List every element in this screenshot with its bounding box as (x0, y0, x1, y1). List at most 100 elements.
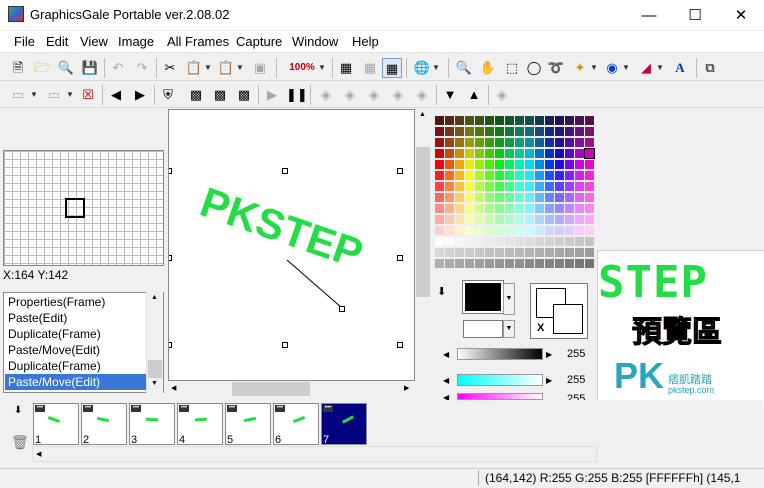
palette-color-cell[interactable] (435, 215, 444, 224)
palette-color-cell[interactable] (485, 237, 494, 246)
history-list[interactable]: Properties(Frame) Paste(Edit) Duplicate(… (3, 292, 164, 393)
frame-copy-dropdown-icon[interactable]: ▼ (66, 85, 74, 105)
selection-handle[interactable] (397, 342, 403, 348)
palette-color-cell[interactable] (555, 171, 564, 180)
palette-color-cell[interactable] (535, 116, 544, 125)
palette-color-cell[interactable] (435, 160, 444, 169)
palette-color-cell[interactable] (505, 237, 514, 246)
palette-color-cell[interactable] (575, 204, 584, 213)
menu-image[interactable]: Image (118, 34, 154, 49)
palette-color-cell[interactable] (565, 171, 574, 180)
palette-color-cell[interactable] (515, 248, 524, 257)
palette-color-cell[interactable] (525, 226, 534, 235)
palette-color-cell[interactable] (485, 160, 494, 169)
palette-color-cell[interactable] (495, 259, 504, 268)
frame-menu-icon[interactable]: ••• (323, 405, 333, 412)
palette-color-cell[interactable] (555, 204, 564, 213)
paste-dropdown-icon[interactable]: ▼ (236, 58, 244, 78)
palette-color-cell[interactable] (465, 204, 474, 213)
save-icon[interactable]: 💾 (80, 58, 100, 78)
fine-grid-icon[interactable]: ▦ (360, 58, 380, 78)
palette-color-cell[interactable] (545, 160, 554, 169)
palette-color-cell[interactable] (495, 237, 504, 246)
palette-color-cell[interactable] (435, 138, 444, 147)
palette-color-cell[interactable] (445, 226, 454, 235)
zoom-dropdown-icon[interactable]: ▼ (318, 58, 326, 78)
palette-color-cell[interactable] (585, 215, 594, 224)
history-scroll-thumb[interactable] (148, 360, 162, 378)
fg-dropdown-icon[interactable]: ▼ (503, 283, 515, 315)
scroll-up-icon[interactable]: ▲ (151, 294, 158, 301)
palette-color-cell[interactable] (435, 237, 444, 246)
rect-select-icon[interactable]: ⬚ (502, 58, 522, 78)
palette-color-cell[interactable] (555, 237, 564, 246)
selection-handle[interactable] (397, 255, 403, 261)
scroll-up-icon[interactable]: ▲ (419, 111, 426, 118)
menu-window[interactable]: Window (292, 34, 338, 49)
palette-color-cell[interactable] (585, 160, 594, 169)
palette-color-cell[interactable] (445, 215, 454, 224)
palette-color-cell[interactable] (585, 248, 594, 257)
frame-menu-icon[interactable]: ••• (179, 405, 189, 412)
palette-color-cell[interactable] (495, 193, 504, 202)
palette-color-cell[interactable] (485, 248, 494, 257)
palette-color-cell[interactable] (505, 138, 514, 147)
palette-color-cell[interactable] (465, 138, 474, 147)
text-tool-icon[interactable]: A (670, 58, 690, 78)
preview-pane[interactable]: STEP 預覽區 PK 痞凱踏踏 pkstep.com (597, 250, 764, 406)
palette-color-cell[interactable] (465, 259, 474, 268)
palette-color-cell[interactable] (525, 149, 534, 158)
frame-props-dropdown-icon[interactable]: ▼ (30, 85, 38, 105)
palette-color-cell[interactable] (465, 248, 474, 257)
palette-color-cell[interactable] (525, 237, 534, 246)
frame-import-icon[interactable]: ⬇ (14, 405, 22, 416)
frame-menu-icon[interactable]: ••• (227, 405, 237, 412)
frame-menu-icon[interactable]: ••• (35, 405, 45, 412)
lasso-icon[interactable]: ➰ (546, 58, 566, 78)
palette-color-cell[interactable] (515, 160, 524, 169)
frame-menu-icon[interactable]: ••• (131, 405, 141, 412)
palette-color-cell[interactable] (505, 116, 514, 125)
palette-color-cell[interactable] (525, 160, 534, 169)
canvas-hscroll-thumb[interactable] (232, 382, 310, 396)
palette-color-cell[interactable] (465, 171, 474, 180)
magenta-slider[interactable] (457, 393, 543, 400)
palette-color-cell[interactable] (495, 160, 504, 169)
palette-color-cell[interactable] (535, 182, 544, 191)
canvas-horizontal-scrollbar[interactable]: ◀ ▶ (168, 381, 415, 397)
zoom-tool-icon[interactable]: 🔍 (454, 58, 474, 78)
color-select-dropdown-icon[interactable]: ▼ (622, 58, 630, 78)
palette-color-cell[interactable] (565, 237, 574, 246)
palette-color-cell[interactable] (505, 259, 514, 268)
palette-color-cell[interactable] (565, 160, 574, 169)
layer-copy-icon[interactable]: ⧉ (700, 58, 720, 78)
selection-handle[interactable] (397, 168, 403, 174)
palette-color-cell[interactable] (555, 259, 564, 268)
wand-dropdown-icon[interactable]: ▼ (590, 58, 598, 78)
palette-color-cell[interactable] (535, 226, 544, 235)
palette-color-cell[interactable] (565, 193, 574, 202)
maximize-button[interactable]: ☐ (672, 0, 718, 30)
history-item[interactable]: Duplicate(Frame) (5, 326, 148, 342)
palette-color-cell[interactable] (585, 237, 594, 246)
slider-right-icon[interactable]: ▶ (546, 350, 552, 359)
palette-color-cell[interactable] (445, 182, 454, 191)
palette-color-cell[interactable] (455, 204, 464, 213)
next-frame-icon[interactable]: ▶ (130, 85, 150, 105)
copy-icon[interactable]: 📋 (184, 58, 204, 78)
palette-color-cell[interactable] (585, 182, 594, 191)
bg-dropdown-icon[interactable]: ▼ (503, 320, 515, 338)
paste-new-icon[interactable]: ▣ (250, 58, 270, 78)
palette-color-cell[interactable] (515, 127, 524, 136)
palette-color-cell[interactable] (525, 116, 534, 125)
menu-view[interactable]: View (80, 34, 108, 49)
fg-bg-color-box[interactable]: X (530, 283, 588, 339)
palette-color-cell[interactable] (515, 204, 524, 213)
palette-color-cell[interactable] (515, 259, 524, 268)
palette-color-cell[interactable] (445, 204, 454, 213)
palette-color-cell[interactable] (435, 226, 444, 235)
zoom-value[interactable]: 100% (282, 58, 322, 78)
palette-color-cell[interactable] (545, 215, 554, 224)
palette-color-cell[interactable] (455, 149, 464, 158)
slider-left-icon[interactable]: ◀ (443, 350, 449, 359)
